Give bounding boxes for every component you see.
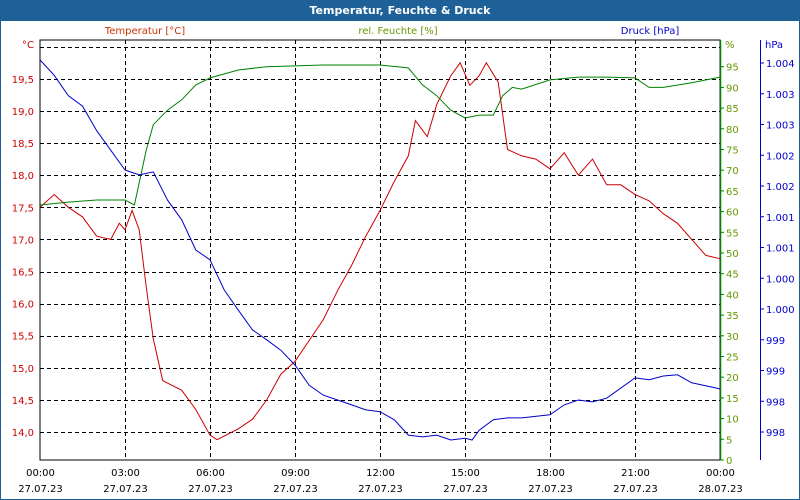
temperature-tick-label: 19,0 [12,107,34,118]
x-tick-date: 27.07.23 [528,484,573,495]
x-tick-time: 15:00 [451,468,480,479]
x-tick-time: 03:00 [111,468,140,479]
humidity-tick-label: 0 [726,456,732,467]
humidity-tick-label: 45 [726,270,739,281]
legend-temperature: Temperatur [°C] [104,26,185,37]
pressure-unit: hPa [765,40,783,51]
humidity-tick-label: 25 [726,353,739,364]
series-lines [39,59,721,441]
temperature-tick-label: 18,0 [12,171,34,182]
temperature-tick-label: 16,0 [12,300,34,311]
x-tick-time: 00:00 [26,468,55,479]
temperature-tick-label: 15,5 [12,332,34,343]
pressure-tick-label: 1.003 [766,121,795,132]
humidity-tick-label: 55 [726,228,739,239]
pressure-tick-label: 1.001 [766,244,795,255]
humidity-tick-label: 40 [726,290,739,301]
temperature-unit: °C [22,40,34,51]
x-tick-time: 09:00 [281,468,310,479]
temperature-tick-label: 15,0 [12,364,34,375]
pressure-tick-label: 1.002 [766,182,795,193]
temperature-tick-label: 14,5 [12,396,34,407]
pressure-tick-label: 1.000 [766,274,795,285]
legend-pressure: Druck [hPa] [621,26,680,37]
x-tick-time: 00:00 [706,468,735,479]
humidity-tick-label: 95 [726,63,739,74]
humidity-tick-label: 50 [726,249,739,260]
temperature-tick-label: 16,5 [12,268,34,279]
x-tick-date: 27.07.23 [103,484,148,495]
humidity-tick-label: 75 [726,146,739,157]
humidity-tick-label: 5 [726,435,732,446]
humidity-unit: % [725,40,735,51]
chart: 00:00 27.07.23 03:00 27.07.23 06:00 27.07.23 0… [12,26,795,495]
humidity-tick-label: 30 [726,332,739,343]
x-tick-time: 21:00 [621,468,650,479]
temperature-tick-label: 17,5 [12,203,34,214]
humidity-tick-label: 20 [726,373,739,384]
humidity-tick-label: 60 [726,208,739,219]
temperature-tick-label: 14,0 [12,428,34,439]
x-tick-date: 27.07.23 [188,484,233,495]
x-tick-date: 27.07.23 [358,484,403,495]
humidity-tick-label: 15 [726,394,739,405]
pressure-tick-label: 999 [766,336,785,347]
x-tick-date: 28.07.23 [698,484,743,495]
humidity-tick-label: 10 [726,415,739,426]
pressure-tick-label: 1.001 [766,213,795,224]
pressure-tick-label: 998 [766,397,785,408]
pressure-tick-label: 1.003 [766,90,795,101]
humidity-tick-label: 35 [726,311,739,322]
x-tick-date: 27.07.23 [18,484,63,495]
humidity-tick-label: 70 [726,166,739,177]
pressure-tick-label: 1.002 [766,151,795,162]
pressure-tick-label: 1.000 [766,305,795,316]
pressure-tick-label: 999 [766,367,785,378]
x-tick-time: 06:00 [196,468,225,479]
pressure-tick-label: 998 [766,428,785,439]
humidity-tick-label: 85 [726,104,739,115]
legend-humidity: rel. Feuchte [%] [358,26,437,37]
pressure-tick-label: 1.004 [766,59,795,70]
humidity-tick-label: 90 [726,83,739,94]
humidity-tick-label: 65 [726,187,739,198]
x-tick-date: 27.07.23 [443,484,488,495]
x-tick-date: 27.07.23 [273,484,318,495]
temperature-tick-label: 18,5 [12,139,34,150]
humidity-tick-label: 80 [726,125,739,136]
x-tick-time: 12:00 [366,468,395,479]
x-tick-time: 18:00 [536,468,565,479]
temperature-tick-label: 17,0 [12,235,34,246]
x-tick-date: 27.07.23 [613,484,658,495]
temperature-tick-label: 19,5 [12,75,34,86]
